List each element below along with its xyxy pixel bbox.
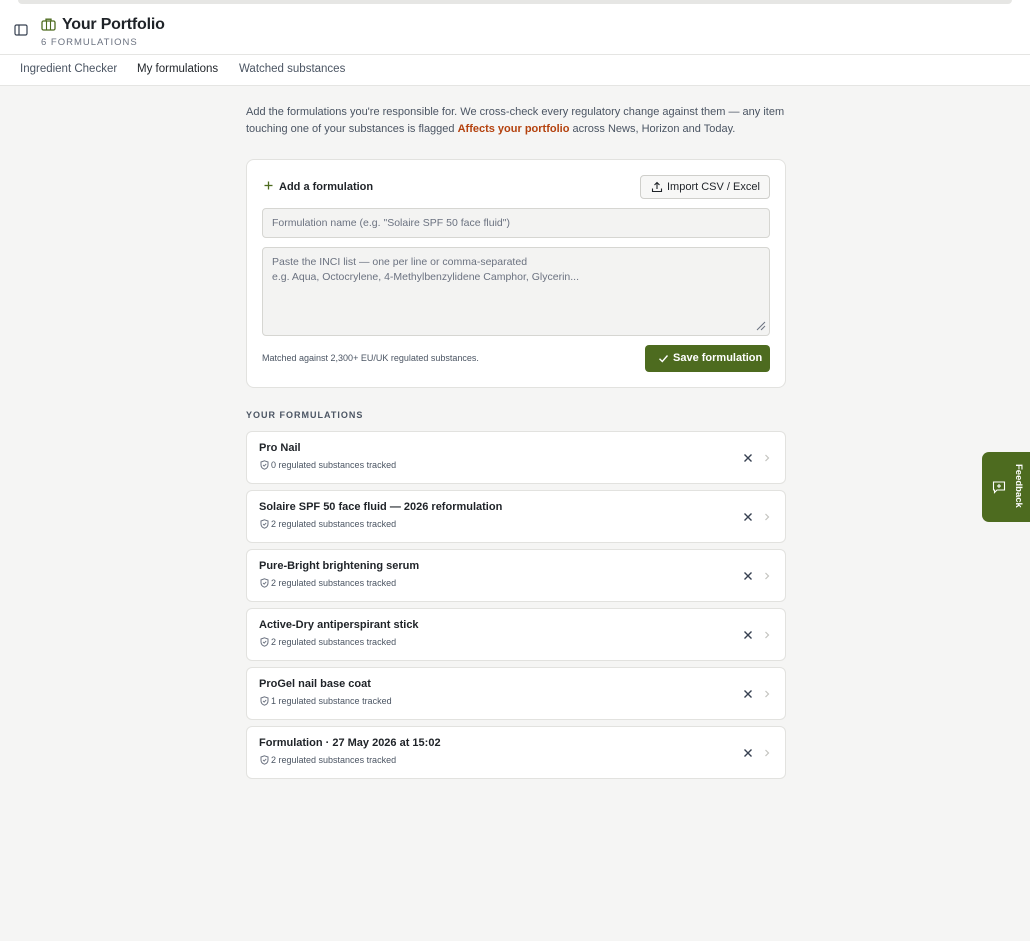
tracked-count: 2 regulated substances tracked	[271, 519, 397, 529]
shield-icon	[260, 460, 269, 470]
save-formulation-label: Save formulation	[673, 352, 763, 364]
formulation-name: Solaire SPF 50 face fluid — 2026 reformu…	[259, 501, 503, 513]
formulation-name: Active-Dry antiperspirant stick	[259, 619, 419, 631]
formulation-name: ProGel nail base coat	[259, 678, 371, 690]
shield-icon	[260, 578, 269, 588]
page-header: Your Portfolio 6 FORMULATIONS	[0, 7, 1030, 55]
close-icon[interactable]	[742, 747, 754, 759]
chevron-right-icon	[765, 631, 770, 639]
formulation-row[interactable]: Formulation · 27 May 2026 at 15:02 2 reg…	[246, 726, 786, 779]
formulation-row[interactable]: Pure-Bright brightening serum 2 regulate…	[246, 549, 786, 602]
chevron-right-icon	[765, 513, 770, 521]
sidebar-toggle-icon[interactable]	[14, 23, 28, 37]
formulation-row[interactable]: ProGel nail base coat 1 regulated substa…	[246, 667, 786, 720]
close-icon[interactable]	[742, 688, 754, 700]
matched-note: Matched against 2,300+ EU/UK regulated s…	[262, 353, 479, 363]
save-formulation-button[interactable]: Save formulation	[645, 345, 770, 372]
message-plus-icon	[992, 481, 1006, 494]
affects-portfolio-flag: Affects your portfolio	[457, 123, 570, 135]
tracked-count: 2 regulated substances tracked	[271, 755, 397, 765]
formulation-name-input[interactable]	[262, 208, 770, 238]
add-formulation-card: Add a formulation Import CSV / Excel Mat…	[246, 159, 786, 388]
close-icon[interactable]	[742, 452, 754, 464]
formulation-row[interactable]: Pro Nail 0 regulated substances tracked	[246, 431, 786, 484]
chevron-right-icon	[765, 454, 770, 462]
top-strip-bar	[18, 0, 1012, 4]
import-csv-button[interactable]: Import CSV / Excel	[640, 175, 770, 199]
chevron-right-icon	[765, 572, 770, 580]
tab-bar: Ingredient Checker My formulations Watch…	[0, 55, 1030, 86]
formulation-count: 6 FORMULATIONS	[41, 37, 138, 48]
top-strip	[0, 0, 1030, 7]
formulations-section-title: YOUR FORMULATIONS	[246, 410, 364, 420]
tab-watched-substances[interactable]: Watched substances	[239, 63, 345, 75]
close-icon[interactable]	[742, 511, 754, 523]
tab-my-formulations[interactable]: My formulations	[137, 63, 218, 75]
tracked-count: 0 regulated substances tracked	[271, 460, 397, 470]
intro-text-after: across News, Horizon and Today.	[569, 123, 736, 135]
feedback-button[interactable]: Feedback	[982, 452, 1030, 522]
feedback-label: Feedback	[1013, 464, 1024, 508]
plus-icon	[264, 181, 273, 190]
shield-icon	[260, 696, 269, 706]
shield-icon	[260, 519, 269, 529]
formulation-name: Pure-Bright brightening serum	[259, 560, 420, 572]
chevron-right-icon	[765, 749, 770, 757]
add-formulation-title: Add a formulation	[279, 181, 374, 193]
inci-list-input[interactable]	[262, 247, 770, 336]
formulation-row[interactable]: Active-Dry antiperspirant stick 2 regula…	[246, 608, 786, 661]
tracked-count: 1 regulated substance tracked	[271, 696, 392, 706]
upload-icon	[651, 181, 663, 193]
formulation-row[interactable]: Solaire SPF 50 face fluid — 2026 reformu…	[246, 490, 786, 543]
page-title: Your Portfolio	[62, 16, 165, 33]
tracked-count: 2 regulated substances tracked	[271, 578, 397, 588]
intro-text: Add the formulations you're responsible …	[246, 104, 786, 138]
check-icon	[659, 355, 669, 363]
resize-handle-icon[interactable]	[756, 321, 766, 331]
chevron-right-icon	[765, 690, 770, 698]
import-csv-label: Import CSV / Excel	[667, 181, 760, 193]
close-icon[interactable]	[742, 570, 754, 582]
briefcase-icon	[41, 18, 56, 31]
tab-ingredient-checker[interactable]: Ingredient Checker	[20, 63, 117, 75]
shield-icon	[260, 637, 269, 647]
close-icon[interactable]	[742, 629, 754, 641]
formulation-name: Formulation · 27 May 2026 at 15:02	[259, 737, 441, 749]
tracked-count: 2 regulated substances tracked	[271, 637, 397, 647]
shield-icon	[260, 755, 269, 765]
formulation-name: Pro Nail	[259, 442, 301, 454]
